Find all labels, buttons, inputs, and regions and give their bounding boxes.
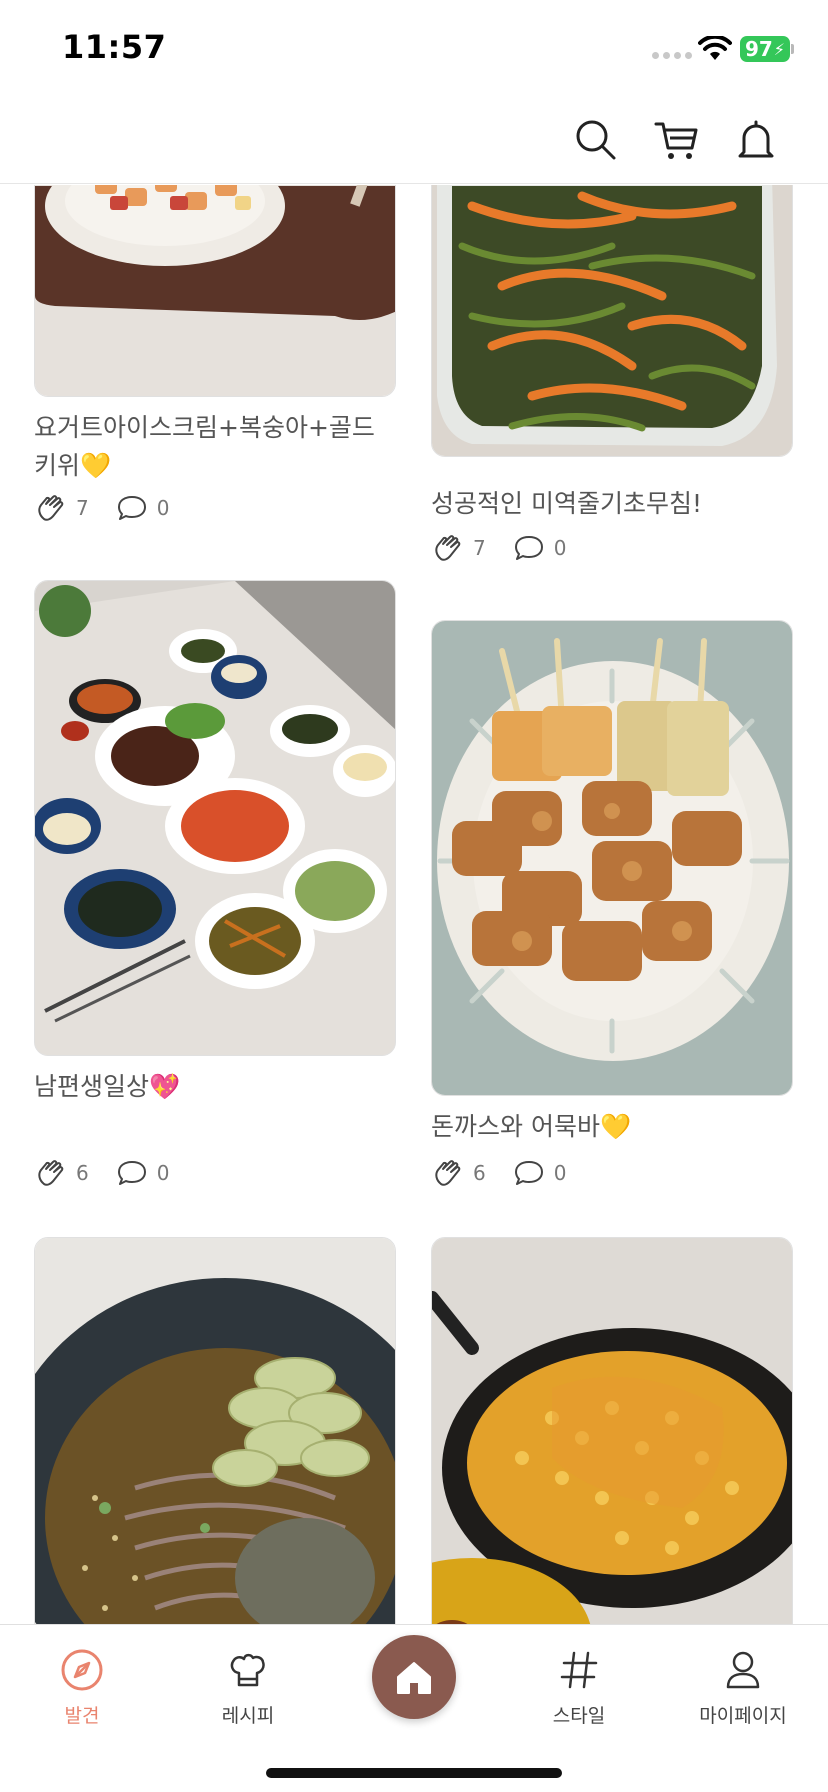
- tab-style[interactable]: 스타일: [514, 1647, 644, 1728]
- battery-nub: [791, 44, 794, 54]
- post-image[interactable]: [431, 1237, 793, 1624]
- top-header: [0, 100, 828, 184]
- clap-icon[interactable]: [34, 491, 68, 525]
- post-stats: 6 0: [431, 1156, 592, 1190]
- clap-icon[interactable]: [431, 1156, 465, 1190]
- person-icon: [726, 1651, 760, 1689]
- compass-icon: [61, 1649, 103, 1691]
- wifi-icon: [698, 36, 732, 60]
- post-image[interactable]: [34, 185, 396, 397]
- clap-count: 7: [473, 536, 486, 560]
- tab-style-label: 스타일: [552, 1705, 606, 1727]
- comment-icon[interactable]: [115, 491, 149, 525]
- comment-count: 0: [156, 496, 170, 520]
- signal-icon: [652, 52, 692, 59]
- bell-icon[interactable]: [732, 116, 780, 164]
- post-title[interactable]: 성공적인 미역줄기초무침!: [431, 485, 793, 523]
- search-icon[interactable]: [572, 116, 620, 164]
- comment-icon[interactable]: [115, 1156, 149, 1190]
- post-title[interactable]: 돈까스와 어묵바💛: [431, 1108, 793, 1146]
- feed-grid: 요거트아이스크림+복숭아+골드키위💛 7 0 성공적인 미역줄기초무침! 7 0…: [0, 185, 828, 1624]
- battery-level: 97: [744, 37, 773, 61]
- post-image[interactable]: [34, 1237, 396, 1624]
- battery-icon: 97 ⚡: [740, 36, 790, 62]
- clap-icon[interactable]: [431, 531, 465, 565]
- status-time: 11:57: [62, 28, 167, 66]
- post-stats: 6 0: [34, 1156, 195, 1190]
- clap-count: 6: [473, 1161, 486, 1185]
- hashtag-icon: [560, 1651, 598, 1689]
- post-stats: 7 0: [34, 491, 195, 525]
- post-stats: 7 0: [431, 531, 592, 565]
- post-title[interactable]: 남편생일상💖: [34, 1068, 396, 1106]
- home-icon: [397, 1662, 431, 1694]
- tab-mypage[interactable]: 마이페이지: [678, 1647, 808, 1728]
- post-image[interactable]: [34, 580, 396, 1056]
- post-image[interactable]: [431, 185, 793, 457]
- clap-count: 6: [76, 1161, 89, 1185]
- bottom-nav: 발견 레시피 스타일 마이페이지: [0, 1624, 828, 1792]
- comment-count: 0: [553, 536, 567, 560]
- tab-recipe-label: 레시피: [221, 1705, 275, 1727]
- cart-icon[interactable]: [652, 116, 700, 164]
- post-image[interactable]: [431, 620, 793, 1096]
- comment-icon[interactable]: [512, 1156, 546, 1190]
- clap-icon[interactable]: [34, 1156, 68, 1190]
- tab-discover-label: 발견: [64, 1705, 100, 1727]
- chef-hat-icon: [230, 1653, 265, 1687]
- tab-discover[interactable]: 발견: [17, 1647, 147, 1728]
- home-indicator: [266, 1768, 562, 1778]
- home-button[interactable]: [372, 1635, 456, 1719]
- post-title[interactable]: 요거트아이스크림+복숭아+골드키위💛: [34, 409, 396, 485]
- status-bar: 11:57 97 ⚡: [0, 0, 828, 100]
- comment-icon[interactable]: [512, 531, 546, 565]
- comment-count: 0: [156, 1161, 170, 1185]
- comment-count: 0: [553, 1161, 567, 1185]
- tab-mypage-label: 마이페이지: [699, 1705, 787, 1727]
- clap-count: 7: [76, 496, 89, 520]
- tab-recipe[interactable]: 레시피: [183, 1647, 313, 1728]
